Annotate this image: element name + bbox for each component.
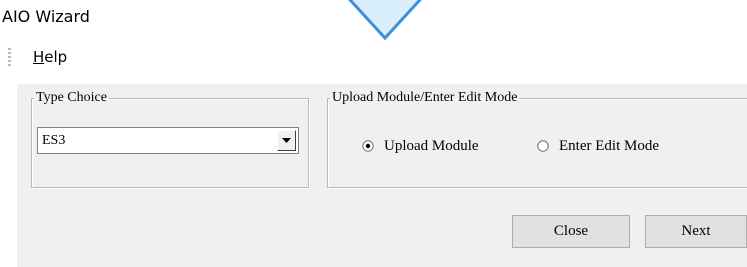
dropdown-button[interactable] [277,130,296,151]
radio-enter-edit-mode-label: Enter Edit Mode [559,138,659,154]
next-button[interactable]: Next [645,215,747,248]
type-choice-dropdown[interactable]: ES3 [37,127,299,154]
window-title: AIO Wizard [2,7,90,26]
radio-upload-module-label: Upload Module [384,138,479,154]
menu-help-mnemonic: H [33,48,45,66]
type-choice-value: ES3 [42,133,66,148]
chevron-down-icon [282,138,291,143]
radio-enter-edit-mode[interactable]: Enter Edit Mode [537,136,659,156]
radio-upload-module[interactable]: Upload Module [362,136,479,156]
close-button[interactable]: Close [512,215,630,248]
menu-help[interactable]: Help [33,47,67,67]
menu-bar: Help [0,44,747,72]
type-choice-legend: Type Choice [36,90,107,105]
radio-unselected-icon [537,140,549,152]
menu-grip [8,48,11,68]
dialog-body: Type Choice ES3 Upload Module/Enter Edit… [17,84,747,267]
radio-selected-icon [362,140,374,152]
menu-help-label: elp [44,48,68,66]
down-arrow-icon [348,0,422,41]
upload-mode-legend: Upload Module/Enter Edit Mode [332,90,518,105]
